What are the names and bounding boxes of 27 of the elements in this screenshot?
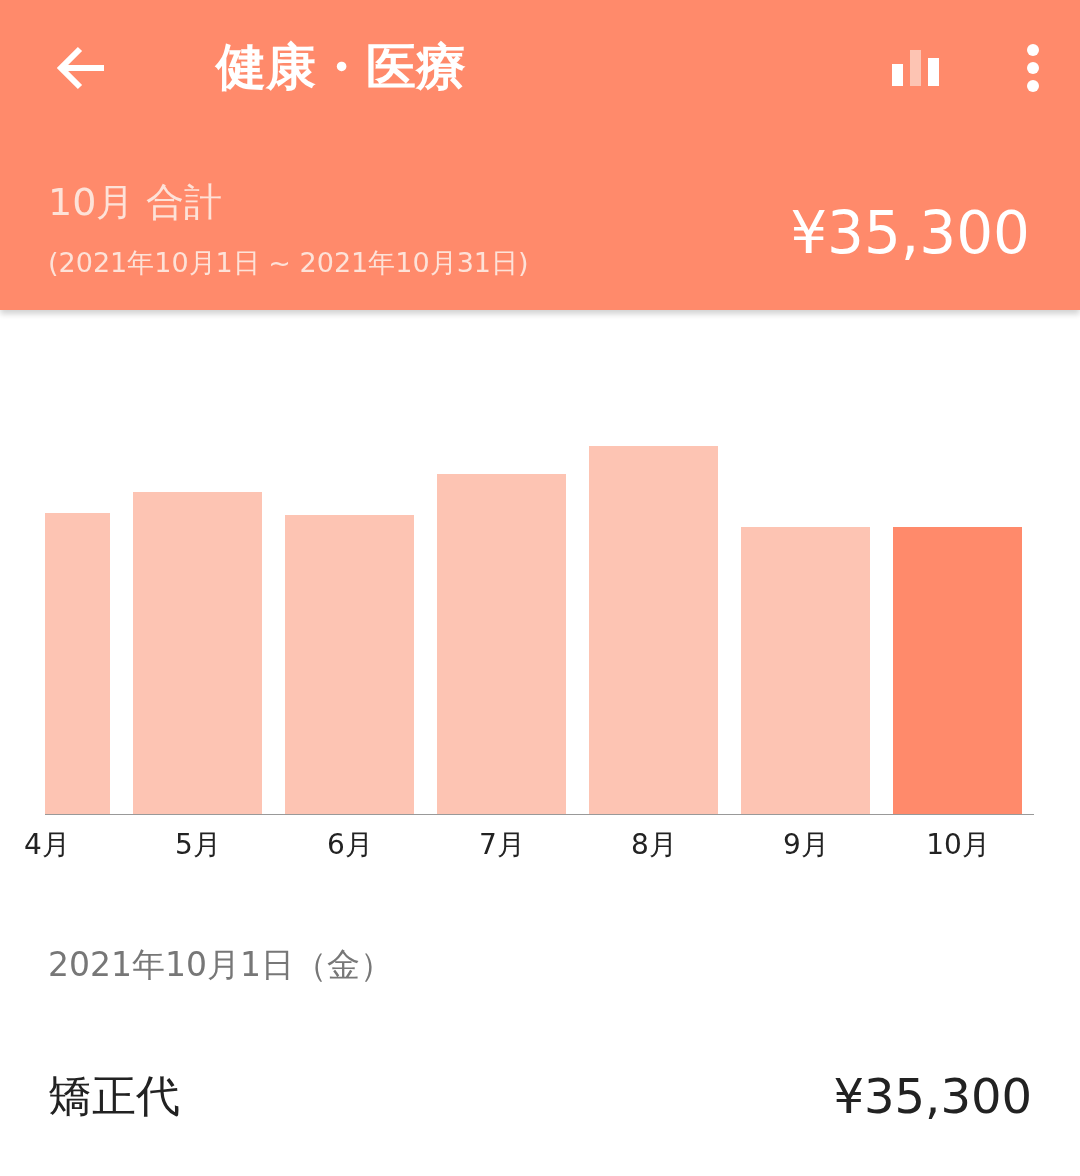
month-label: 7月 (479, 828, 525, 861)
total-amount: ¥35,300 (790, 197, 1030, 269)
more-menu-icon (1026, 42, 1040, 93)
month-label: 6月 (327, 828, 373, 861)
chart-bar[interactable] (133, 492, 262, 814)
summary-label: 10月 合計 (48, 183, 224, 221)
chart-bar[interactable] (893, 527, 1022, 814)
chart-bar[interactable] (741, 527, 870, 814)
item-name: 矯正代 (48, 1068, 180, 1123)
chart-button[interactable] (892, 49, 940, 86)
more-button[interactable] (1026, 42, 1040, 93)
date-header: 2021年10月1日（金） (47, 944, 394, 986)
bar-chart-icon (892, 49, 940, 86)
back-button[interactable] (56, 45, 106, 90)
month-label: 5月 (175, 828, 221, 861)
screen-title: 健康・医療 (216, 37, 466, 98)
chart-bar[interactable] (589, 446, 718, 814)
month-label: 4月 (24, 828, 70, 861)
month-label: 8月 (631, 828, 677, 861)
chart-bar[interactable] (45, 513, 110, 814)
item-amount: ¥35,300 (833, 1066, 1032, 1126)
month-label: 9月 (783, 828, 829, 861)
period-text: (2021年10月1日 ~ 2021年10月31日) (48, 246, 529, 280)
chart-bar[interactable] (285, 515, 414, 814)
chart-bar[interactable] (437, 474, 566, 814)
month-label: 10月 (926, 828, 990, 861)
back-arrow-icon (56, 45, 106, 90)
